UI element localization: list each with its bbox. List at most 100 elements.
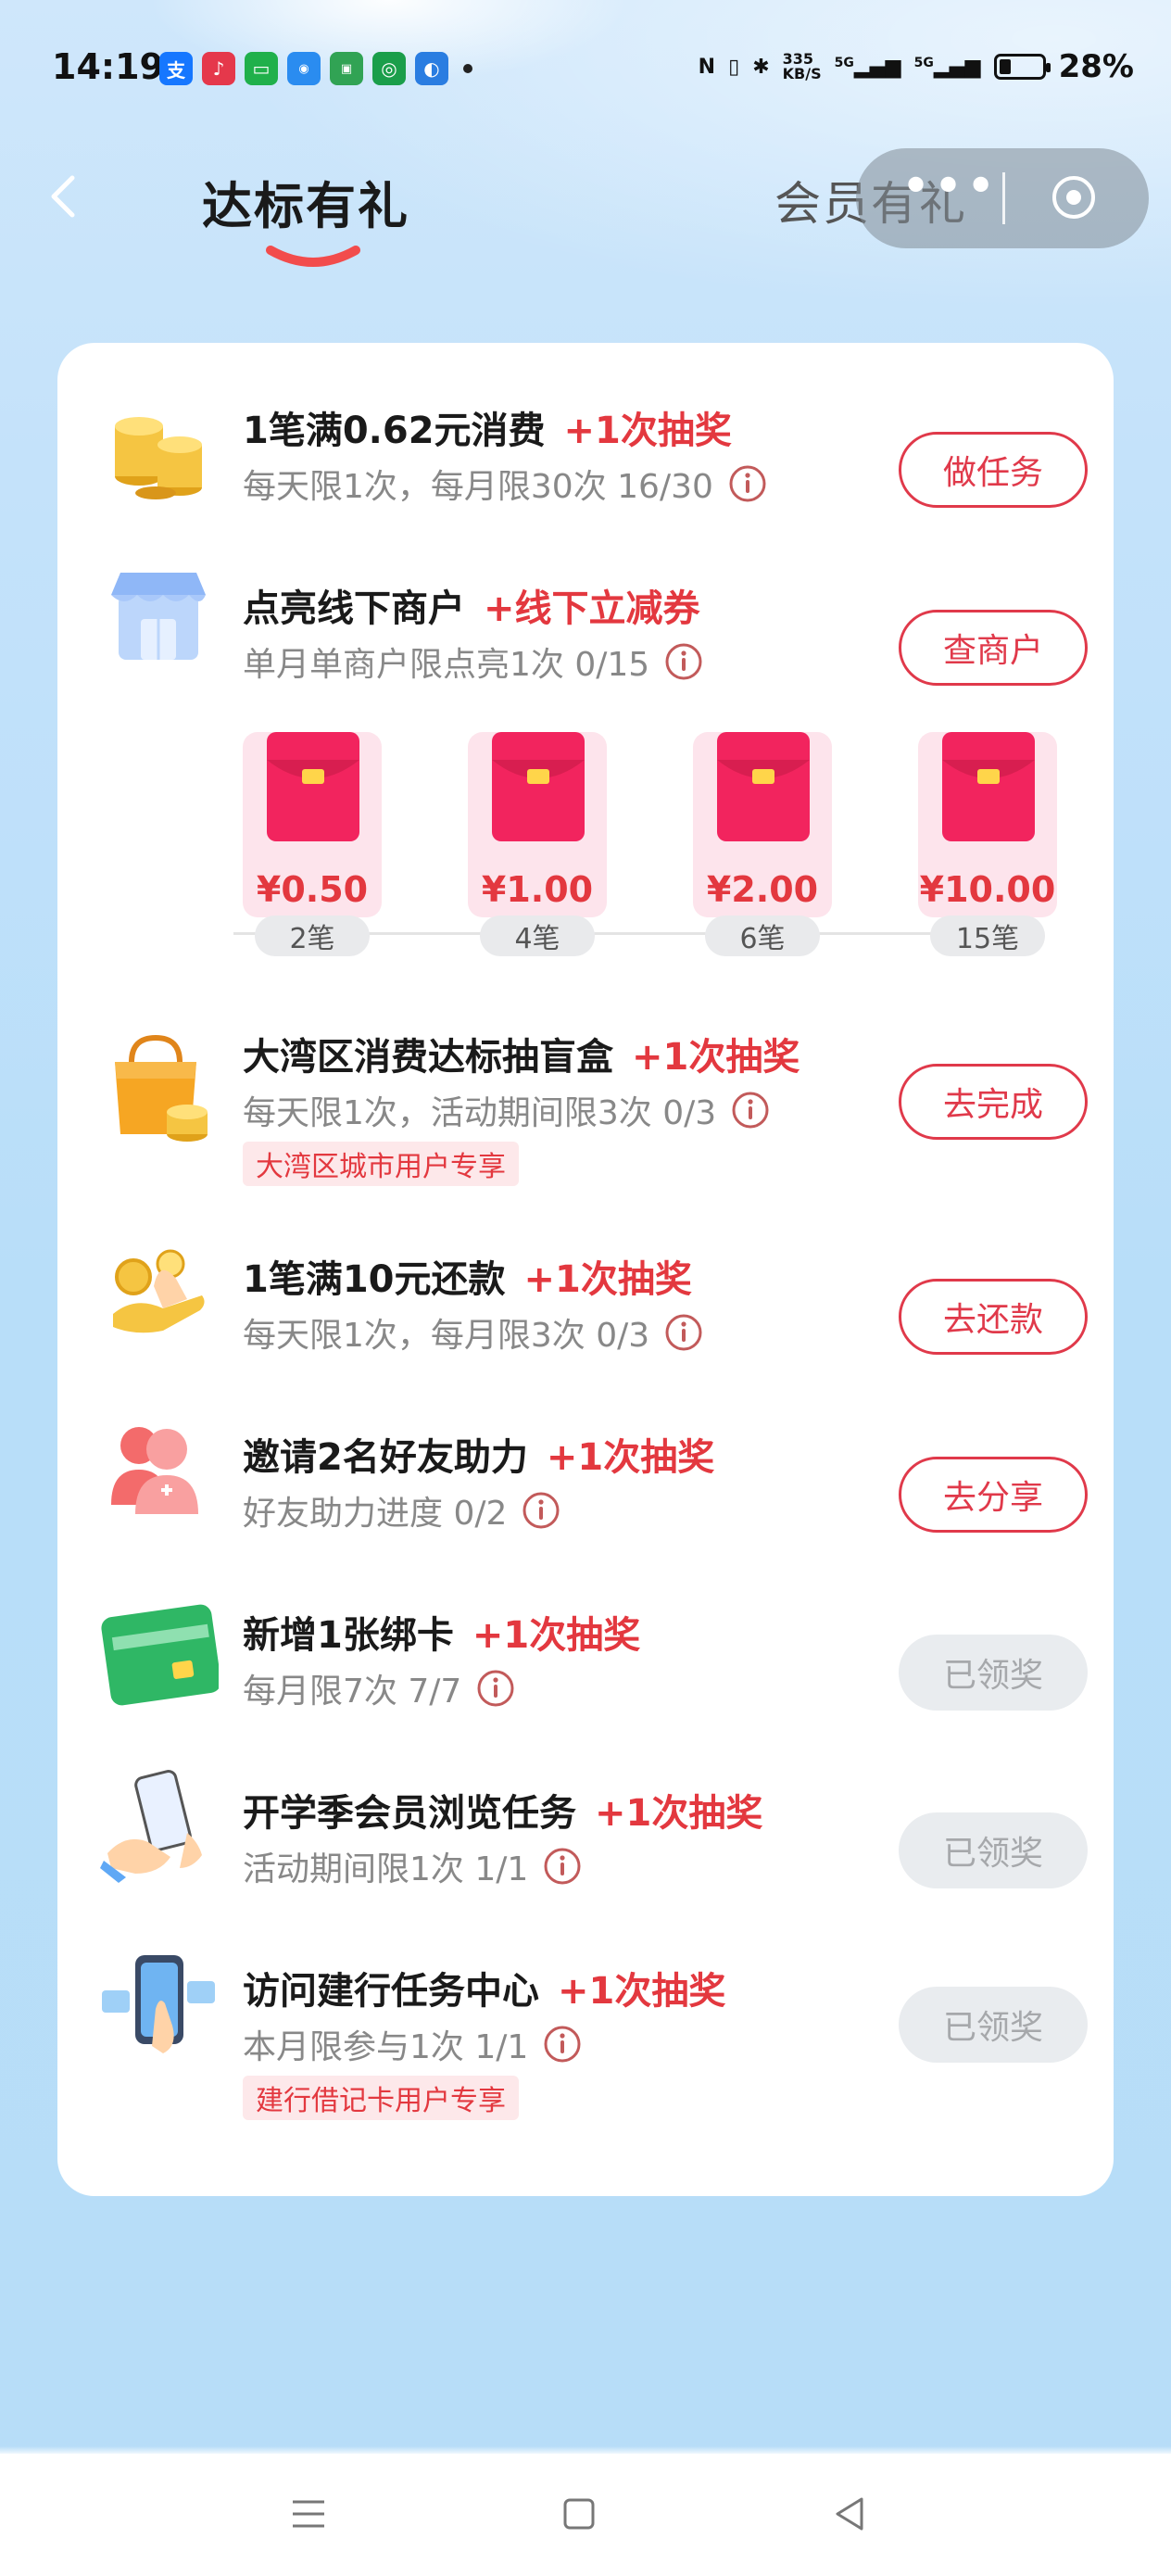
menu-icon[interactable]	[285, 2491, 332, 2537]
tab-active-indicator	[266, 246, 360, 267]
task-desc: 本月限参与1次 1/1	[243, 2020, 582, 2068]
status-bar: 14:19 支 ♪ ▭ ◉ ▣ ◎ ◐ N ▯ ✱ 335 KB/S 5G▂▄▆…	[0, 0, 1171, 139]
envelope-count: 15笔	[930, 915, 1045, 956]
signal-icon-2: 5G▂▄▆	[913, 55, 981, 79]
info-icon[interactable]	[543, 1847, 582, 1886]
info-icon[interactable]	[543, 2025, 582, 2064]
tab-qualified-rewards[interactable]: 达标有礼	[202, 165, 409, 238]
bank-app-icon: ◎	[372, 52, 406, 85]
capsule-divider	[1002, 172, 1005, 224]
signal-icon-1: 5G▂▄▆	[834, 55, 901, 79]
bluetooth-icon: ✱	[752, 55, 770, 79]
task-desc: 每月限7次 7/7	[243, 1664, 515, 1712]
task-desc: 每天限1次，每月限3次 0/3	[243, 1308, 703, 1357]
task-reward: +1次抽奖	[472, 1614, 641, 1657]
task-reward: +1次抽奖	[558, 1970, 726, 2013]
envelope-count: 2笔	[255, 915, 370, 956]
task-desc: 好友助力进度 0/2	[243, 1486, 560, 1534]
task-card: 1笔满0.62元消费 +1次抽奖 每天限1次，每月限30次 16/30 做任务 点…	[57, 343, 1114, 2196]
back-icon[interactable]	[46, 169, 80, 224]
envelope-amount: ¥2.00	[706, 869, 819, 910]
envelope-count: 4笔	[480, 915, 595, 956]
alipay-icon: 支	[159, 52, 193, 85]
task-desc-text: 好友助力进度 0/2	[243, 1495, 508, 1533]
task-title-text: 邀请2名好友助力	[243, 1436, 528, 1479]
repayment-coin-icon	[113, 1249, 205, 1333]
more-notifications-dot	[463, 64, 472, 73]
close-icon[interactable]	[1051, 174, 1097, 221]
task-title-text: 点亮线下商户	[243, 587, 465, 630]
shopping-bag-icon	[115, 1034, 208, 1142]
info-icon[interactable]	[731, 1091, 770, 1130]
task-title-text: 1笔满10元还款	[243, 1258, 506, 1301]
envelope-milestones: ¥0.50 2笔 ¥1.00 4笔 ¥2.00 6笔 ¥10.00 15笔	[57, 732, 1114, 956]
task-desc-text: 每月限7次 7/7	[243, 1673, 462, 1711]
gold-coins-icon	[115, 417, 202, 499]
task-title-text: 访问建行任务中心	[243, 1970, 539, 2013]
envelope-amount: ¥10.00	[919, 869, 1056, 910]
task-reward: +1次抽奖	[546, 1436, 715, 1479]
task-title-text: 开学季会员浏览任务	[243, 1792, 576, 1835]
envelope-amount: ¥0.50	[256, 869, 369, 910]
task-desc-text: 每天限1次，每月限3次 0/3	[243, 1317, 650, 1355]
red-envelope-icon	[492, 732, 585, 841]
user-exclusive-tag: 建行借记卡用户专享	[243, 2076, 519, 2120]
task-reward: +1次抽奖	[595, 1792, 763, 1835]
task-title: 点亮线下商户 +线下立减券	[243, 578, 700, 632]
home-icon[interactable]	[556, 2491, 602, 2537]
storefront-icon	[111, 573, 206, 660]
task-desc: 每天限1次，活动期间限3次 0/3	[243, 1086, 770, 1134]
phone-hand-icon	[100, 1770, 202, 1883]
complete-button[interactable]: 去完成	[899, 1064, 1088, 1140]
task-reward: +线下立减券	[484, 587, 700, 630]
task-desc-text: 活动期间限1次 1/1	[243, 1850, 529, 1888]
envelope-count: 6笔	[705, 915, 820, 956]
miniapp-capsule: •••	[856, 148, 1149, 248]
view-merchants-button[interactable]: 查商户	[899, 610, 1088, 686]
reward-claimed-button[interactable]: 已领奖	[899, 1812, 1088, 1888]
battery-percent: 28%	[1058, 48, 1134, 85]
signal-1-label: 5G	[834, 55, 854, 70]
info-icon[interactable]	[664, 642, 703, 681]
info-icon[interactable]	[664, 1313, 703, 1352]
task-reward: +1次抽奖	[563, 410, 732, 452]
status-time: 14:19	[52, 46, 164, 87]
task-reward: +1次抽奖	[632, 1036, 800, 1079]
info-icon[interactable]	[476, 1669, 515, 1708]
task-desc-text: 每天限1次，活动期间限3次 0/3	[243, 1094, 717, 1132]
task-title: 1笔满10元还款 +1次抽奖	[243, 1249, 692, 1303]
vibrate-icon: ▯	[728, 55, 740, 79]
task-title-text: 1笔满0.62元消费	[243, 410, 546, 452]
info-icon[interactable]	[522, 1491, 560, 1530]
task-desc: 活动期间限1次 1/1	[243, 1842, 582, 1890]
info-icon[interactable]	[728, 464, 767, 503]
task-title: 邀请2名好友助力 +1次抽奖	[243, 1427, 714, 1481]
invite-friend-icon	[111, 1427, 198, 1514]
task-center-phone-icon	[102, 1955, 215, 2053]
user-exclusive-tag: 大湾区城市用户专享	[243, 1142, 519, 1186]
browser-app-icon: ◐	[415, 52, 448, 85]
battery-fill	[999, 59, 1011, 74]
more-icon[interactable]: •••	[900, 161, 998, 213]
battery-icon	[993, 54, 1051, 80]
back-nav-icon[interactable]	[826, 2491, 873, 2537]
repay-button[interactable]: 去还款	[899, 1279, 1088, 1355]
reward-claimed-button[interactable]: 已领奖	[899, 1635, 1088, 1711]
task-title: 大湾区消费达标抽盲盒 +1次抽奖	[243, 1027, 800, 1080]
signal-2-label: 5G	[913, 55, 934, 70]
task-desc-text: 本月限参与1次 1/1	[243, 2028, 529, 2066]
envelope-amount: ¥1.00	[481, 869, 594, 910]
task-desc: 每天限1次，每月限30次 16/30	[243, 460, 767, 508]
red-envelope-icon	[267, 732, 359, 841]
network-speed: 335 KB/S	[783, 52, 822, 82]
task-title: 访问建行任务中心 +1次抽奖	[243, 1961, 725, 2014]
do-task-button[interactable]: 做任务	[899, 432, 1088, 508]
reward-claimed-button[interactable]: 已领奖	[899, 1987, 1088, 2063]
task-title-text: 大湾区消费达标抽盲盒	[243, 1036, 613, 1079]
task-title-text: 新增1张绑卡	[243, 1614, 454, 1657]
share-button[interactable]: 去分享	[899, 1457, 1088, 1533]
task-desc-text: 单月单商户限点亮1次 0/15	[243, 646, 650, 684]
app-notification-icon: ◉	[287, 52, 321, 85]
notification-icons: 支 ♪ ▭ ◉ ▣ ◎ ◐	[159, 52, 472, 85]
message-app-icon: ▭	[245, 52, 278, 85]
